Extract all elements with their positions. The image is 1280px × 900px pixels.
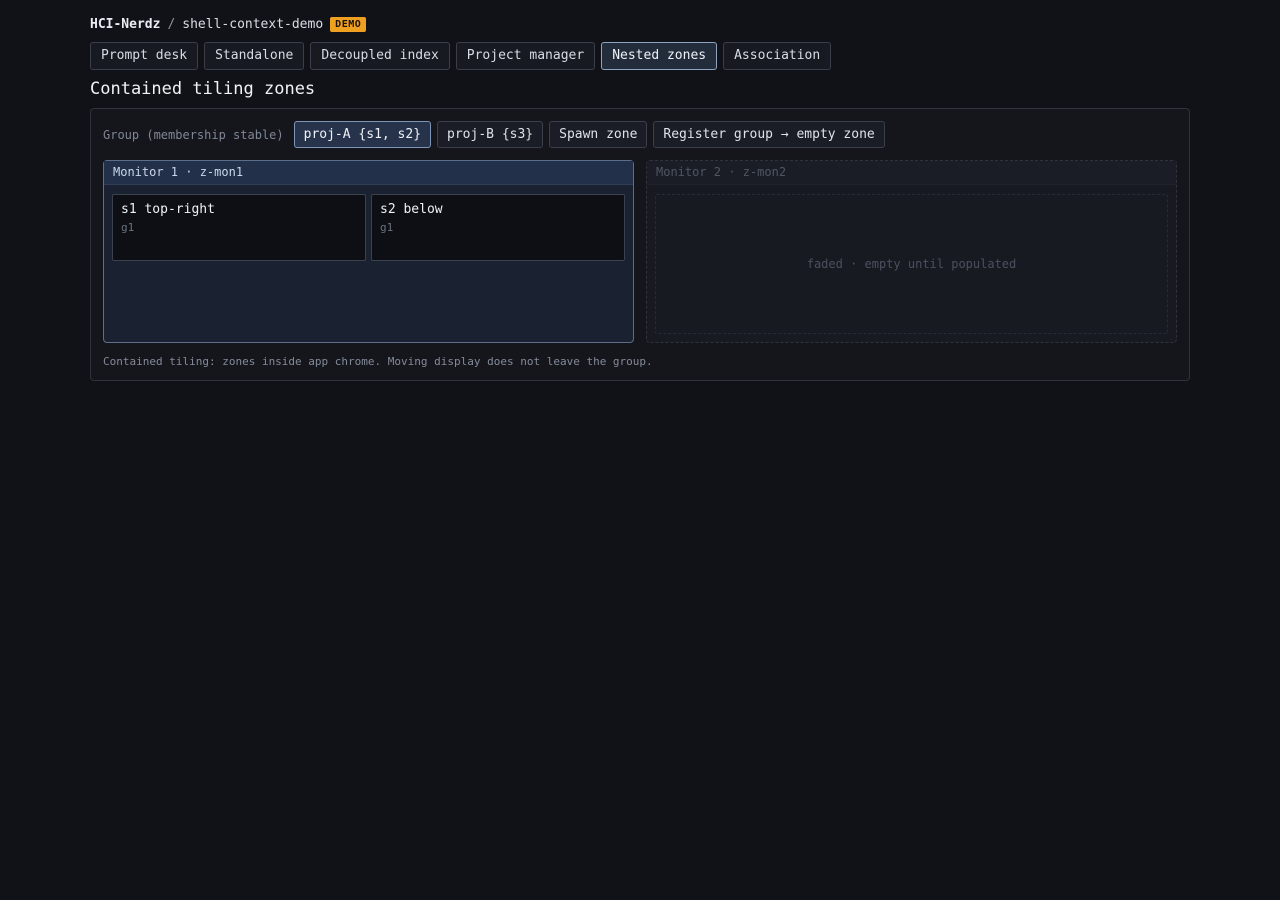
tab-decoupled-index[interactable]: Decoupled index [310, 42, 450, 70]
tab-bar: Prompt desk Standalone Decoupled index P… [90, 42, 1190, 70]
tile-title: s1 top-right [121, 202, 215, 217]
tile-group: g1 [380, 221, 394, 234]
footnote: Contained tiling: zones inside app chrom… [103, 355, 653, 368]
tab-association[interactable]: Association [723, 42, 832, 70]
empty-zone-placeholder: faded · empty until populated [655, 194, 1168, 334]
monitor-2-zone[interactable]: Monitor 2 · z-mon2 faded · empty until p… [646, 160, 1177, 343]
group-proj-a-button[interactable]: proj-A {s1, s2} [293, 121, 432, 148]
tab-project-manager[interactable]: Project manager [455, 42, 596, 70]
repo-link[interactable]: shell-context-demo [182, 17, 323, 32]
tab-standalone[interactable]: Standalone [204, 42, 305, 70]
zones-panel: Group (membership stable) proj-A {s1, s2… [90, 108, 1190, 381]
monitor-1-header: Monitor 1 · z-mon1 [104, 161, 633, 185]
group-row: Group (membership stable) proj-A {s1, s2… [103, 121, 885, 148]
tab-prompt-desk[interactable]: Prompt desk [90, 42, 199, 70]
breadcrumb: HCI-Nerdz / shell-context-demo DEMO [90, 14, 1190, 34]
breadcrumb-separator: / [167, 16, 176, 32]
monitor-1-tiles: s1 top-right g1 s2 below g1 [112, 194, 625, 261]
page: HCI-Nerdz / shell-context-demo DEMO Prom… [90, 14, 1190, 381]
group-label: Group (membership stable) [103, 127, 284, 142]
tab-nested-zones[interactable]: Nested zones [601, 42, 718, 70]
monitor-1-zone[interactable]: Monitor 1 · z-mon1 s1 top-right g1 s2 be… [103, 160, 634, 343]
demo-badge: DEMO [330, 16, 367, 32]
tile-group: g1 [121, 221, 135, 234]
register-group-button[interactable]: Register group → empty zone [653, 121, 885, 148]
page-title: Contained tiling zones [90, 79, 316, 99]
org-link[interactable]: HCI-Nerdz [90, 17, 160, 32]
tile-title: s2 below [380, 202, 443, 217]
group-proj-b-button[interactable]: proj-B {s3} [437, 121, 544, 148]
session-tile-s2[interactable]: s2 below g1 [371, 194, 625, 261]
monitor-2-header: Monitor 2 · z-mon2 [647, 161, 1176, 185]
spawn-zone-button[interactable]: Spawn zone [549, 121, 648, 148]
session-tile-s1[interactable]: s1 top-right g1 [112, 194, 366, 261]
